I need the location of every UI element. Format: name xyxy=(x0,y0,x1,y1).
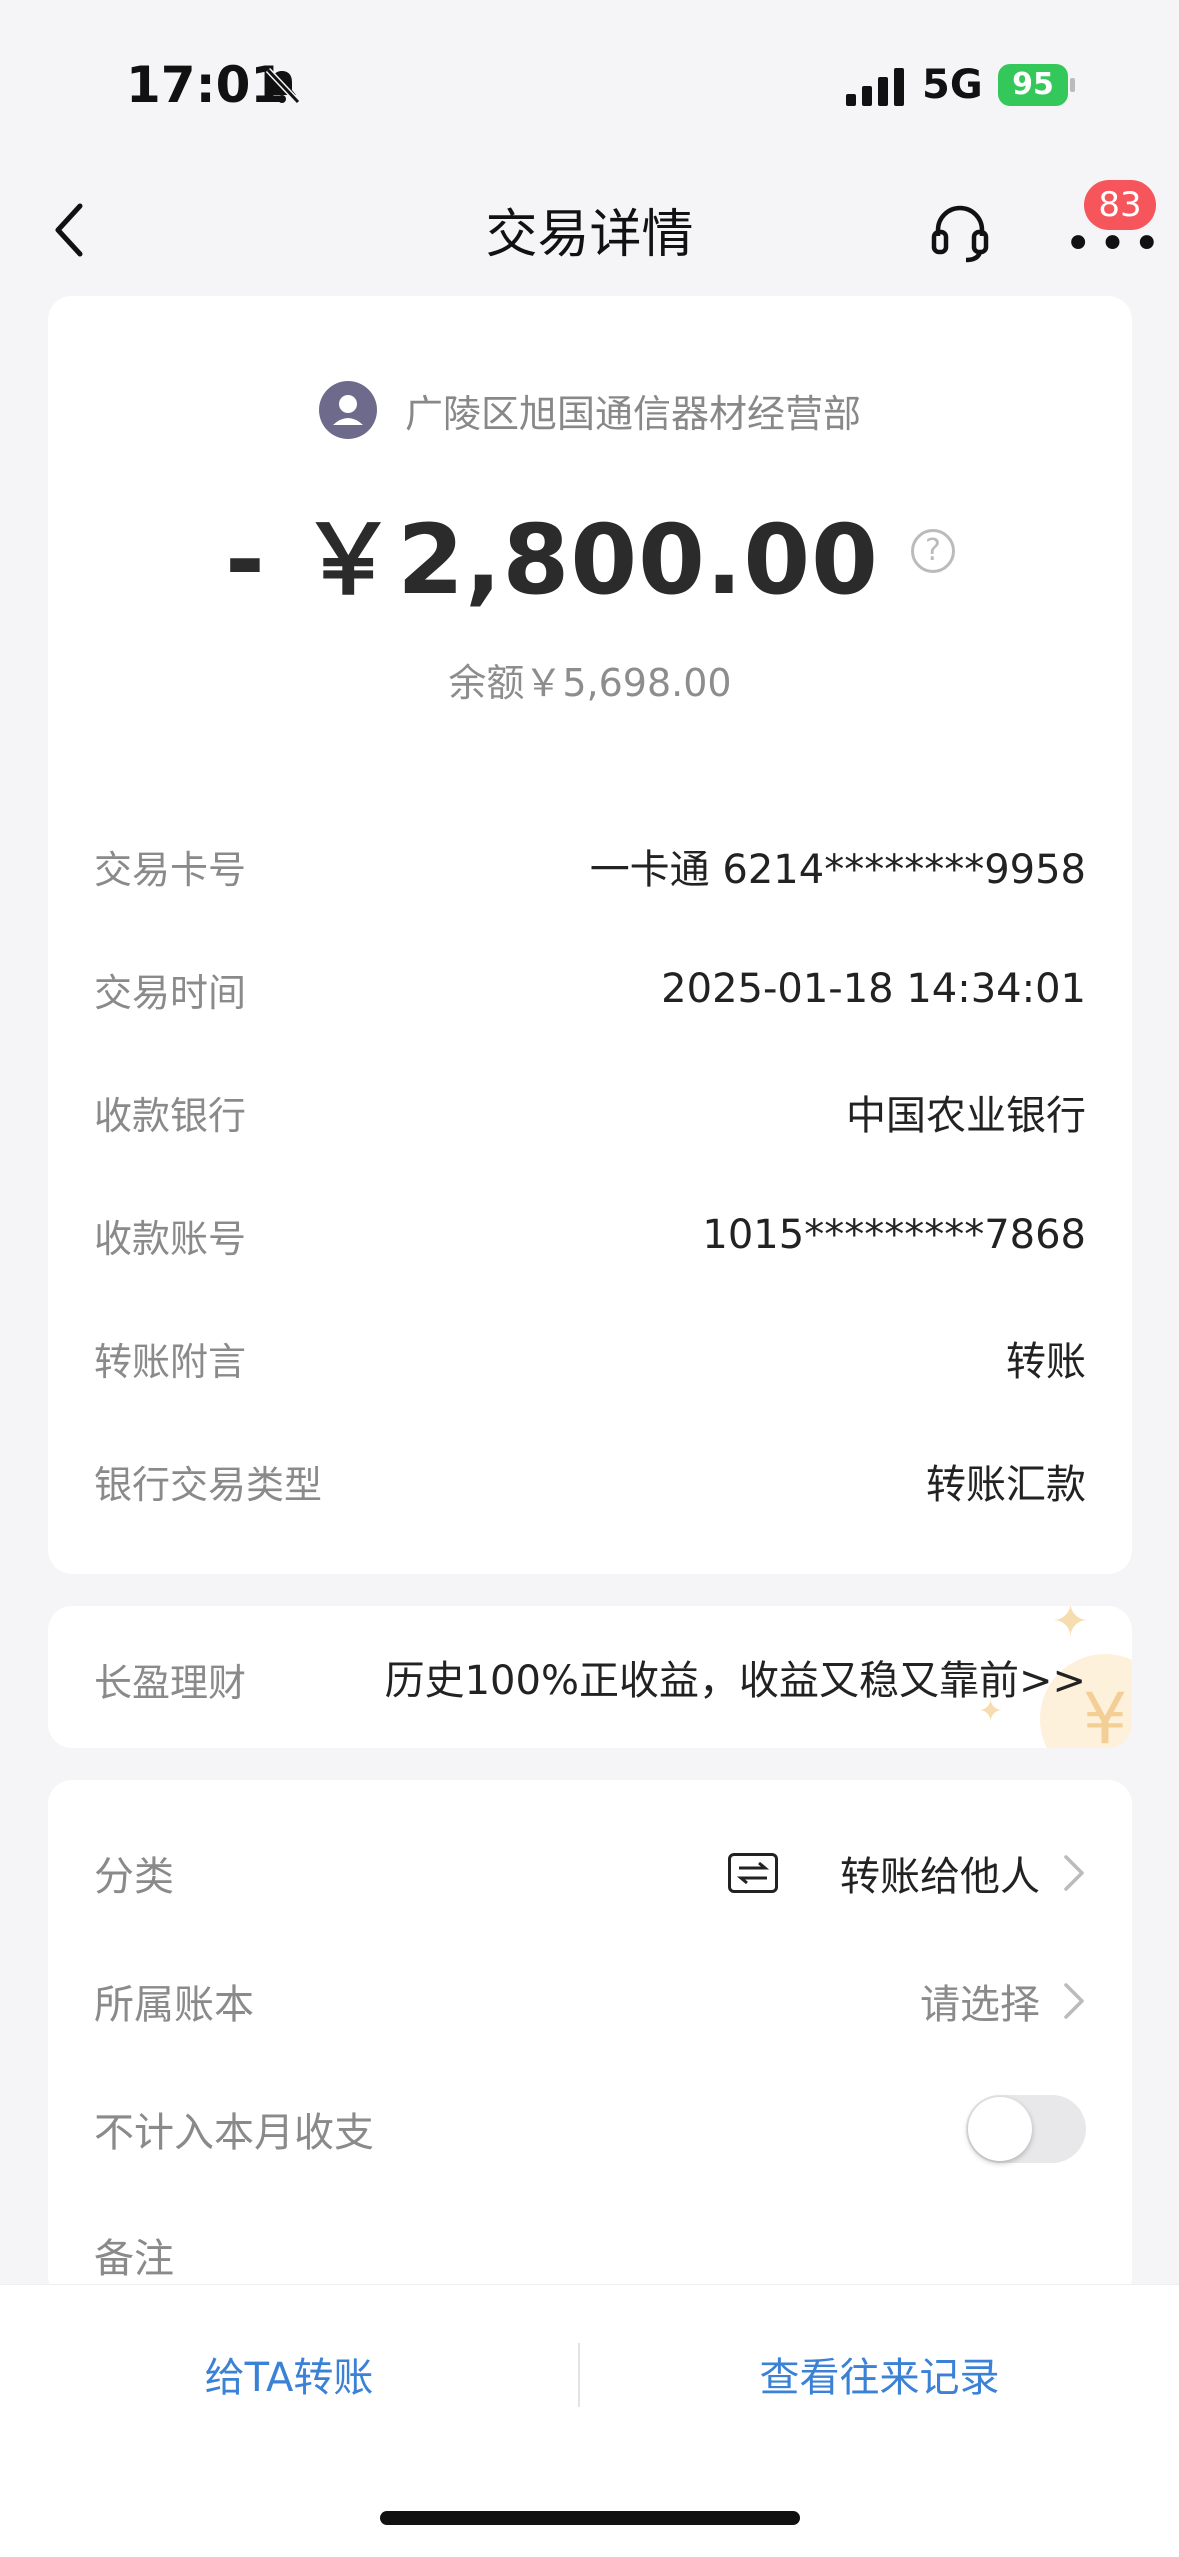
battery-icon: 95 xyxy=(998,64,1076,106)
exclude-month-row: 不计入本月收支 xyxy=(94,2094,1086,2164)
payee-row[interactable]: 广陵区旭国通信器材经营部 xyxy=(48,378,1132,442)
bottom-action-bar: 给TA转账 查看往来记录 xyxy=(0,2284,1179,2557)
detail-value: 2025-01-18 14:34:01 xyxy=(661,966,1086,1012)
sparkle-icon: ✦ xyxy=(1052,1606,1089,1647)
exclude-month-toggle[interactable] xyxy=(966,2095,1086,2163)
toggle-knob xyxy=(968,2097,1032,2161)
detail-label: 交易卡号 xyxy=(94,847,247,892)
person-icon xyxy=(332,395,363,425)
category-row[interactable]: 分类 转账给他人 xyxy=(94,1838,1086,1908)
more-dots-icon: ••• xyxy=(1064,216,1167,272)
detail-row: 银行交易类型 转账汇款 xyxy=(94,1451,1086,1511)
promo-link[interactable]: 历史100%正收益，收益又稳又靠前>> xyxy=(385,1648,1086,1706)
view-history-button[interactable]: 查看往来记录 xyxy=(580,2345,1179,2403)
detail-label: 交易时间 xyxy=(94,970,247,1015)
detail-row: 转账附言 转账 xyxy=(94,1328,1086,1388)
transfer-icon xyxy=(728,1853,778,1893)
payee-name: 广陵区旭国通信器材经营部 xyxy=(404,391,861,436)
detail-value: 一卡通 6214********9958 xyxy=(589,847,1086,893)
home-indicator xyxy=(380,2511,800,2525)
ledger-row[interactable]: 所属账本 请选择 xyxy=(94,1966,1086,2036)
exclude-month-label: 不计入本月收支 xyxy=(94,2110,374,2156)
battery-level: 95 xyxy=(998,64,1068,106)
note-label: 备注 xyxy=(94,2236,174,2282)
customer-service-icon[interactable] xyxy=(928,200,992,264)
transaction-card: 广陵区旭国通信器材经营部 - ￥2,800.00 ? 余额￥5,698.00 交… xyxy=(48,296,1132,1574)
ledger-select: 请选择 xyxy=(920,1982,1040,2028)
battery-tip xyxy=(1070,78,1075,92)
chevron-right-icon xyxy=(1064,1983,1084,2019)
category-label: 分类 xyxy=(94,1854,174,1900)
help-question-icon[interactable]: ? xyxy=(910,529,955,573)
page-title: 交易详情 xyxy=(485,205,694,265)
transfer-to-ta-button[interactable]: 给TA转账 xyxy=(0,2345,578,2403)
detail-row: 交易卡号 一卡通 6214********9958 xyxy=(94,836,1086,896)
payee-avatar xyxy=(318,381,377,439)
notification-badge: 83 xyxy=(1084,180,1156,230)
promo-label: 长盈理财 xyxy=(94,1661,247,1705)
detail-value: 转账汇款 xyxy=(926,1462,1086,1508)
detail-label: 银行交易类型 xyxy=(94,1462,323,1507)
note-row[interactable]: 备注 xyxy=(94,2220,1086,2290)
ledger-label: 所属账本 xyxy=(94,1982,254,2028)
bell-muted-icon xyxy=(265,67,301,105)
detail-label: 转账附言 xyxy=(94,1339,247,1384)
detail-row: 收款银行 中国农业银行 xyxy=(94,1082,1086,1142)
promo-card[interactable]: ¥ ✦ ✦ 长盈理财 历史100%正收益，收益又稳又靠前>> xyxy=(48,1606,1132,1748)
balance-text: 余额￥5,698.00 xyxy=(448,661,732,705)
cellular-signal-icon xyxy=(846,68,904,106)
detail-value: 1015*********7868 xyxy=(702,1212,1086,1258)
amount-row: - ￥2,800.00 ? xyxy=(48,486,1132,616)
detail-label: 收款银行 xyxy=(94,1093,247,1138)
detail-row: 收款账号 1015*********7868 xyxy=(94,1205,1086,1265)
detail-value: 中国农业银行 xyxy=(846,1093,1086,1139)
network-type: 5G xyxy=(922,62,983,108)
detail-value: 转账 xyxy=(1006,1339,1086,1385)
category-value: 转账给他人 xyxy=(840,1854,1040,1900)
transaction-amount: - ￥2,800.00 xyxy=(225,503,879,616)
nav-bar: 交易详情 ••• 83 xyxy=(0,170,1179,290)
chevron-right-icon xyxy=(1064,1855,1084,1891)
settings-card: 分类 转账给他人 所属账本 请选择 不计入本月收支 备注 xyxy=(48,1780,1132,2300)
detail-row: 交易时间 2025-01-18 14:34:01 xyxy=(94,959,1086,1019)
status-bar: 17:01 5G 95 xyxy=(0,0,1179,170)
detail-label: 收款账号 xyxy=(94,1216,247,1261)
